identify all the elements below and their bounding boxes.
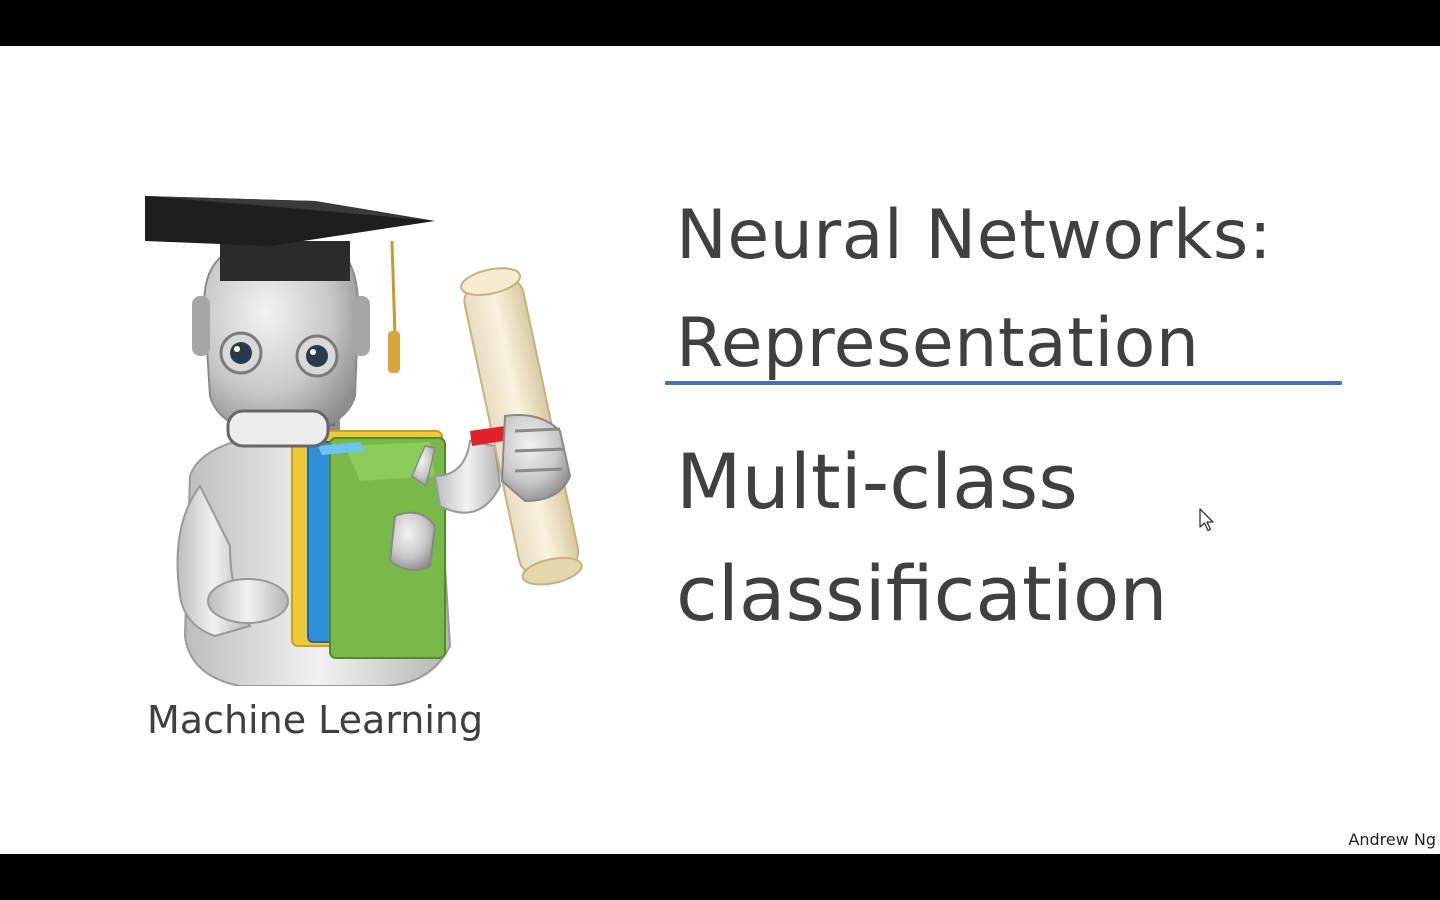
slide-subtitle: Multi-class classification — [676, 426, 1168, 650]
course-label: Machine Learning — [147, 698, 484, 742]
video-frame: Neural Networks: Representation Multi-cl… — [0, 0, 1440, 900]
slide-title-line-1: Neural Networks: — [676, 196, 1273, 275]
author-label: Andrew Ng — [1348, 830, 1436, 849]
graduate-robot-icon — [145, 196, 583, 686]
lecture-slide: Neural Networks: Representation Multi-cl… — [0, 46, 1440, 854]
title-divider — [665, 381, 1342, 385]
slide-title: Neural Networks: Representation — [676, 182, 1272, 398]
slide-subtitle-line-2: classification — [676, 549, 1168, 638]
slide-subtitle-line-1: Multi-class — [676, 437, 1078, 526]
mouse-cursor-icon — [1199, 508, 1214, 532]
